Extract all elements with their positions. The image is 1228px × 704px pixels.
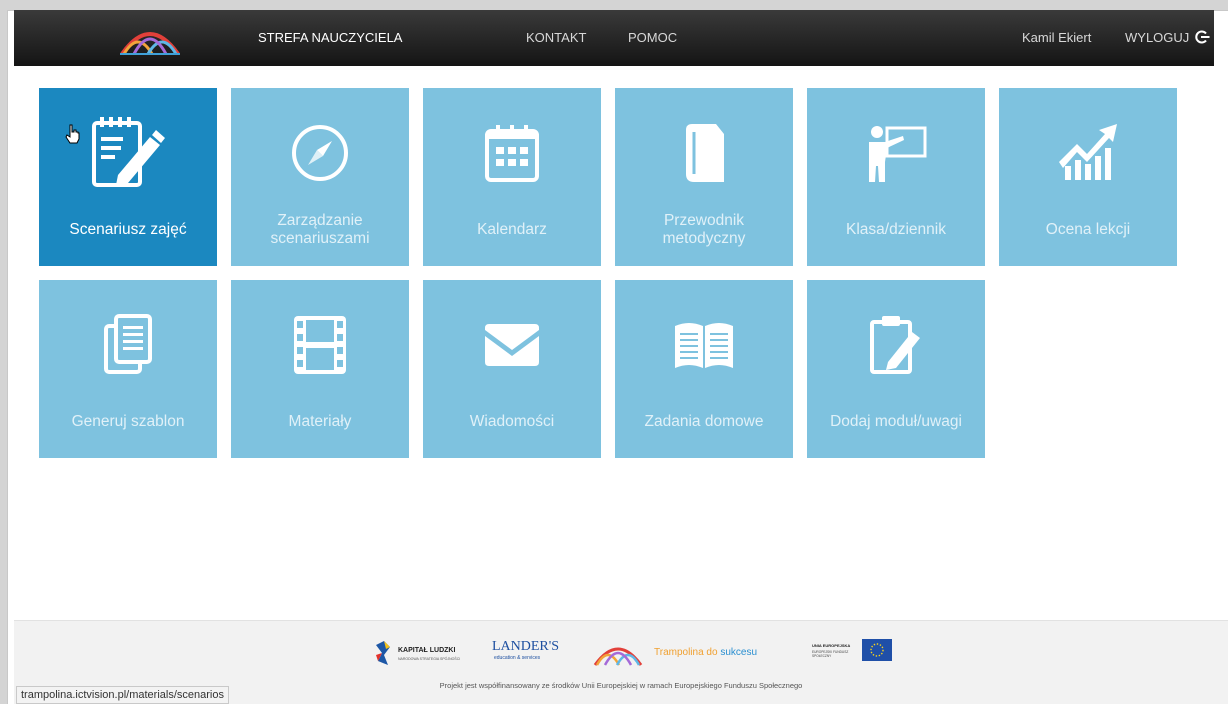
tile-label: Wiadomości: [469, 413, 555, 430]
compass-icon: [231, 88, 409, 218]
lesson-plan-icon: [39, 88, 217, 218]
envelope-icon: [423, 280, 601, 410]
tile-messages[interactable]: Wiadomości: [423, 280, 601, 458]
nav-contact[interactable]: KONTAKT: [526, 10, 586, 66]
logout-icon: [1195, 30, 1210, 44]
kapital-ludzki-subtitle: NARODOWA STRATEGIA SPÓJNOŚCI: [398, 657, 461, 661]
tile-label: Scenariusz zajęć: [69, 221, 187, 238]
tile-label: Ocena lekcji: [1045, 221, 1131, 238]
trampolina-text: Trampolina do: [654, 647, 718, 658]
landers-subtitle: education & services: [494, 655, 541, 661]
tile-label: Generuj szablon: [71, 413, 185, 430]
tile-calendar[interactable]: Kalendarz: [423, 88, 601, 266]
trampolina-emblem-icon: [593, 647, 643, 666]
eu-title: UNIA EUROPEJSKA: [812, 643, 851, 648]
tile-method-guide[interactable]: Przewodnik metodyczny: [615, 88, 793, 266]
film-icon: [231, 280, 409, 410]
growth-chart-icon: [999, 88, 1177, 218]
tile-class-register[interactable]: Klasa/dziennik: [807, 88, 985, 266]
kapital-ludzki-logo[interactable]: KAPITAŁ LUDZKI NARODOWA STRATEGIA SPÓJNO…: [374, 641, 466, 667]
hand-cursor-icon: [65, 124, 81, 149]
sponsor-logos: KAPITAŁ LUDZKI NARODOWA STRATEGIA SPÓJNO…: [374, 635, 894, 671]
landers-logo[interactable]: LANDER'S education & services: [492, 639, 572, 665]
tile-label: Materiały: [288, 413, 352, 430]
trampolina-logo-icon[interactable]: [118, 20, 182, 56]
logout-label: WYLOGUJ: [1125, 30, 1190, 45]
eu-subtitle: EUROPEJSKI FUNDUSZ SPOŁECZNY: [812, 650, 849, 658]
logout-link[interactable]: WYLOGUJ: [1125, 10, 1210, 66]
nav-teacher-zone[interactable]: STREFA NAUCZYCIELA: [258, 10, 402, 66]
nav-help[interactable]: POMOC: [628, 10, 677, 66]
user-name[interactable]: Kamil Ekiert: [1022, 10, 1091, 66]
top-navigation-bar: STREFA NAUCZYCIELA KONTAKT POMOC Kamil E…: [14, 10, 1214, 66]
tile-manage-scenarios[interactable]: Zarządzanie scenariuszami: [231, 88, 409, 266]
landers-title: LANDER'S: [492, 639, 560, 654]
tile-label: Dodaj moduł/uwagi: [830, 413, 962, 430]
trampolina-text-accent: sukcesu: [720, 647, 758, 658]
tile-label: Przewodnik metodyczny: [662, 212, 746, 247]
tile-homework[interactable]: Zadania domowe: [615, 280, 793, 458]
tile-label: Zadania domowe: [644, 413, 764, 430]
tile-label: Klasa/dziennik: [846, 221, 946, 238]
tile-label: Zarządzanie scenariuszami: [270, 212, 370, 247]
calendar-icon: [423, 88, 601, 218]
status-bar-url: trampolina.ictvision.pl/materials/scenar…: [16, 686, 229, 704]
documents-icon: [39, 280, 217, 410]
book-icon: [615, 88, 793, 218]
eu-flag-icon: [862, 639, 892, 661]
open-book-icon: [615, 280, 793, 410]
eu-logo[interactable]: UNIA EUROPEJSKA EUROPEJSKI FUNDUSZ SPOŁE…: [812, 639, 902, 665]
tile-materials[interactable]: Materiały: [231, 280, 409, 458]
clipboard-edit-icon: [807, 280, 985, 410]
tile-label: Kalendarz: [477, 221, 547, 238]
tile-lesson-rating[interactable]: Ocena lekcji: [999, 88, 1177, 266]
kapital-ludzki-title: KAPITAŁ LUDZKI: [398, 647, 456, 654]
teacher-board-icon: [807, 88, 985, 218]
tile-add-module[interactable]: Dodaj moduł/uwagi: [807, 280, 985, 458]
tile-generate-template[interactable]: Generuj szablon: [39, 280, 217, 458]
kapital-ludzki-emblem-icon: [376, 641, 390, 665]
tile-lesson-plan[interactable]: Scenariusz zajęć: [39, 88, 217, 266]
trampolina-footer-logo[interactable]: Trampolina do sukcesu: [592, 635, 772, 671]
